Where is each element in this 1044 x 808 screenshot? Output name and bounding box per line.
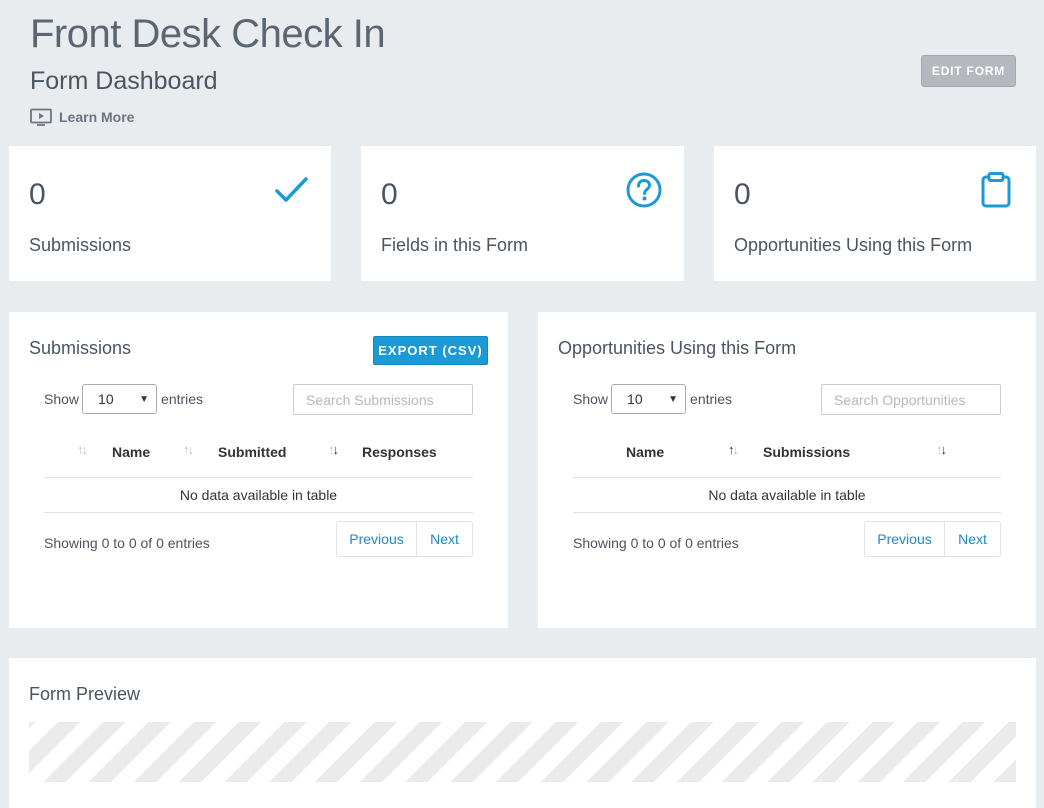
- table-info: Showing 0 to 0 of 0 entries: [44, 535, 210, 551]
- video-play-icon: [30, 108, 52, 126]
- search-submissions-input[interactable]: Search Submissions: [293, 384, 473, 415]
- stat-card-submissions: 0 Submissions: [9, 146, 331, 281]
- stat-label: Opportunities Using this Form: [734, 235, 973, 255]
- entries-label: entries: [690, 391, 733, 407]
- stat-label: Fields in this Form: [381, 235, 529, 255]
- learn-more-link[interactable]: Learn More: [30, 108, 134, 126]
- export-csv-button[interactable]: EXPORT (CSV): [373, 336, 488, 365]
- column-responses[interactable]: Responses: [362, 444, 437, 460]
- form-preview-placeholder: [29, 722, 1016, 782]
- stat-card-fields: 0 Fields in this Form: [361, 146, 684, 281]
- previous-button[interactable]: Previous: [865, 522, 945, 556]
- next-button[interactable]: Next: [417, 522, 472, 556]
- learn-more-label: Learn More: [59, 109, 135, 125]
- sort-desc-icon[interactable]: ↑↓: [936, 442, 947, 457]
- question-circle-icon: [626, 172, 662, 208]
- column-submissions[interactable]: Submissions: [763, 444, 850, 460]
- table-header: Name ↑↓ Submissions ↑↓: [573, 436, 1001, 478]
- stat-card-opportunities: 0 Opportunities Using this Form: [714, 146, 1036, 281]
- stat-value: 0: [734, 178, 751, 211]
- next-button[interactable]: Next: [945, 522, 1000, 556]
- table-info: Showing 0 to 0 of 0 entries: [573, 535, 739, 551]
- pagination: Previous Next: [336, 521, 473, 557]
- search-opportunities-input[interactable]: Search Opportunities: [821, 384, 1001, 415]
- submissions-panel: Submissions EXPORT (CSV) Show 10 ▼ entri…: [9, 312, 508, 628]
- sort-icon[interactable]: ↑↓: [77, 442, 88, 457]
- edit-form-button[interactable]: EDIT FORM: [921, 55, 1016, 87]
- stat-label: Submissions: [29, 235, 132, 255]
- page-size-value: 10: [98, 391, 114, 407]
- form-preview-panel: Form Preview: [9, 658, 1036, 808]
- chevron-down-icon: ▼: [668, 393, 679, 405]
- clipboard-icon: [981, 172, 1011, 208]
- column-name[interactable]: Name: [626, 444, 664, 460]
- stat-value: 0: [381, 178, 398, 211]
- check-icon: [275, 177, 308, 202]
- panel-title: Opportunities Using this Form: [558, 338, 797, 358]
- previous-button[interactable]: Previous: [337, 522, 417, 556]
- show-label: Show: [44, 391, 80, 407]
- sort-desc-icon[interactable]: ↑↓: [328, 442, 339, 457]
- page-size-select[interactable]: 10 ▼: [82, 384, 158, 414]
- page-size-value: 10: [627, 391, 643, 407]
- column-name[interactable]: Name: [112, 444, 150, 460]
- page-title: Front Desk Check In: [30, 12, 386, 56]
- entries-label: entries: [161, 391, 204, 407]
- pagination: Previous Next: [864, 521, 1001, 557]
- chevron-down-icon: ▼: [139, 393, 150, 405]
- page-subtitle: Form Dashboard: [30, 67, 218, 95]
- panel-title: Submissions: [29, 338, 132, 358]
- opportunities-panel: Opportunities Using this Form Show 10 ▼ …: [538, 312, 1036, 628]
- empty-table-row: No data available in table: [573, 478, 1001, 513]
- page-size-control: Show 10 ▼ entries: [573, 384, 732, 414]
- column-submitted[interactable]: Submitted: [218, 444, 286, 460]
- sort-icon[interactable]: ↑↓: [183, 442, 194, 457]
- show-label: Show: [573, 391, 609, 407]
- page-size-select[interactable]: 10 ▼: [611, 384, 687, 414]
- stat-value: 0: [29, 178, 46, 211]
- empty-table-row: No data available in table: [44, 478, 473, 513]
- sort-asc-icon[interactable]: ↑↓: [728, 442, 739, 457]
- panel-title: Form Preview: [29, 684, 141, 704]
- table-header: ↑↓ Name ↑↓ Submitted ↑↓ Responses: [44, 436, 473, 478]
- page-size-control: Show 10 ▼ entries: [44, 384, 203, 414]
